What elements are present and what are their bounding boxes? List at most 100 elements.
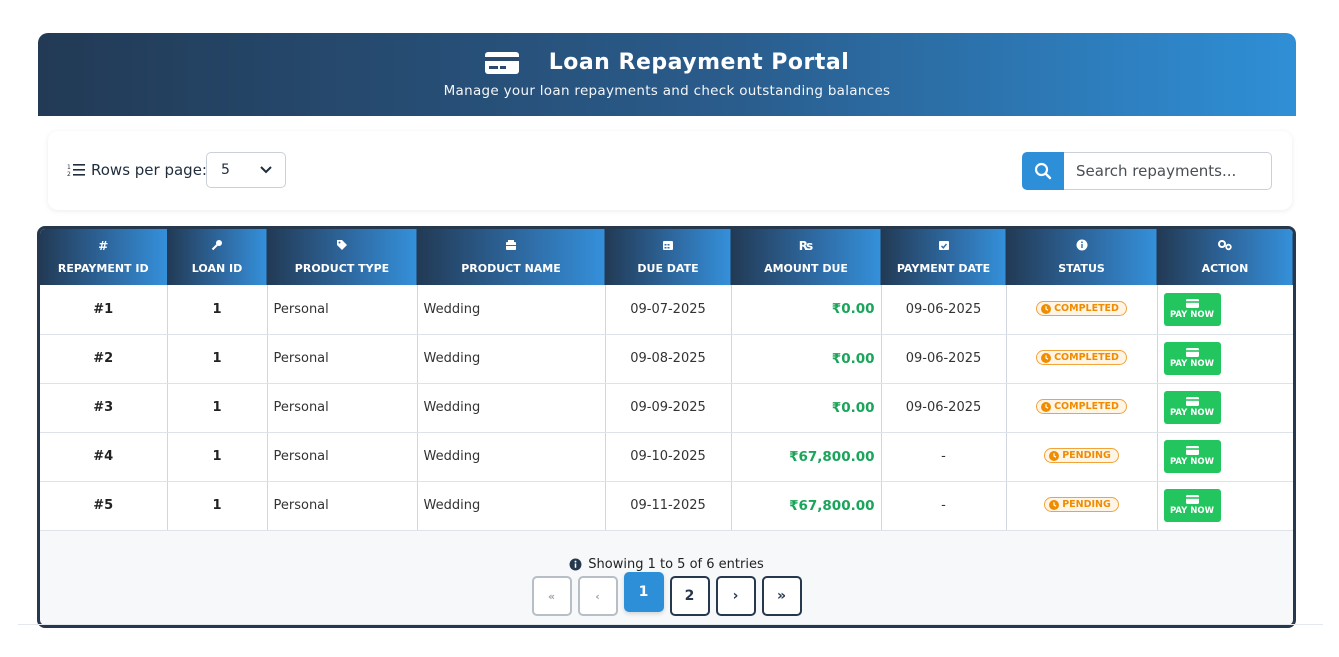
payment-date-cell: - <box>881 481 1007 531</box>
payment-date-cell: 09-06-2025 <box>881 334 1007 384</box>
column-header-repayment-id[interactable]: # REPAYMENT ID <box>40 229 168 285</box>
product-name-cell: Wedding <box>417 383 606 433</box>
clock-icon <box>1049 499 1060 510</box>
pay-now-button[interactable]: PAY NOW <box>1163 292 1221 326</box>
payment-date-cell: - <box>881 432 1007 482</box>
last-page-button[interactable]: » <box>761 576 802 616</box>
svg-text:1: 1 <box>67 164 71 171</box>
pay-now-label: PAY NOW <box>1169 506 1215 516</box>
rows-per-page-value: 5 <box>221 162 230 178</box>
column-header-due-date[interactable]: DUE DATE <box>605 229 732 285</box>
credit-card-icon <box>1185 298 1199 308</box>
table-footer: Showing 1 to 5 of 6 entries « ‹ 1 2 › » <box>40 545 1293 616</box>
repayment-id-cell: #2 <box>40 334 168 384</box>
portal-header: Loan Repayment Portal Manage your loan r… <box>38 33 1296 116</box>
column-header-action[interactable]: ACTION <box>1157 229 1293 285</box>
pay-now-button[interactable]: PAY NOW <box>1163 391 1221 424</box>
clock-icon <box>1041 352 1052 363</box>
search-input[interactable] <box>1064 152 1272 190</box>
payment-date-cell: 09-06-2025 <box>881 285 1007 335</box>
table-row: #5 1 Personal Wedding 09-11-2025 ₹67,800.00- P… <box>40 481 1293 531</box>
column-label: PRODUCT NAME <box>461 262 561 275</box>
column-label: REPAYMENT ID <box>57 262 149 275</box>
status-text: COMPLETED <box>1054 352 1119 364</box>
column-label: ACTION <box>1201 262 1249 275</box>
table-row: #2 1 Personal Wedding 09-08-2025 ₹0.00 09-06-2… <box>40 334 1293 384</box>
next-page-button[interactable]: › <box>715 576 756 616</box>
pay-now-label: PAY NOW <box>1169 457 1215 467</box>
amount-due-cell: ₹0.00 <box>731 285 882 335</box>
rows-per-page-select[interactable]: 5 <box>206 152 286 188</box>
due-date-cell: 09-09-2025 <box>605 383 732 433</box>
product-name-cell: Wedding <box>417 481 606 531</box>
page-subtitle: Manage your loan repayments and check ou… <box>443 83 891 99</box>
repayment-id-cell: #4 <box>40 432 168 482</box>
loan-id-cell: 1 <box>167 285 268 335</box>
tag-icon <box>268 239 417 253</box>
loan-id-cell: 1 <box>167 432 268 482</box>
info-circle-icon <box>569 558 582 571</box>
key-icon <box>168 239 267 253</box>
status-badge: PENDING <box>1044 448 1119 464</box>
column-header-product-type[interactable]: PRODUCT TYPE <box>267 229 418 285</box>
credit-card-icon <box>1185 495 1199 504</box>
column-label: AMOUNT DUE <box>764 262 848 275</box>
amount-due-cell: ₹67,800.00 <box>731 432 882 482</box>
header-title-row: Loan Repayment Portal <box>38 50 1296 75</box>
clock-icon <box>1049 450 1060 461</box>
table-row: #1 1 Personal Wedding 09-07-2025 ₹0.00 09-06-2… <box>40 285 1293 335</box>
credit-card-icon <box>484 51 519 74</box>
pay-now-label: PAY NOW <box>1169 359 1215 369</box>
column-label: PRODUCT TYPE <box>294 262 390 275</box>
page-button-2[interactable]: 2 <box>669 576 710 616</box>
column-header-loan-id[interactable]: LOAN ID <box>167 229 268 285</box>
info-icon <box>1007 239 1157 253</box>
product-type-cell: Personal <box>267 383 418 433</box>
due-date-cell: 09-10-2025 <box>605 432 732 482</box>
calendar-icon <box>606 239 731 253</box>
column-header-amount-due[interactable]: ₨ AMOUNT DUE <box>731 229 882 285</box>
hash-icon: # <box>98 239 109 253</box>
status-text: COMPLETED <box>1054 401 1119 413</box>
amount-due-cell: ₹0.00 <box>731 334 882 384</box>
rows-per-page-text: Rows per page: <box>91 161 207 179</box>
table-row: #4 1 Personal Wedding 09-10-2025 ₹67,800.00- P… <box>40 432 1293 482</box>
column-header-product-name[interactable]: PRODUCT NAME <box>417 229 606 285</box>
first-page-button[interactable]: « <box>531 576 572 616</box>
pagination-info-text: Showing 1 to 5 of 6 entries <box>588 557 764 572</box>
column-header-status[interactable]: STATUS <box>1006 229 1158 285</box>
credit-card-icon <box>1185 348 1199 357</box>
product-name-cell: Wedding <box>417 285 606 335</box>
search-button[interactable] <box>1022 152 1064 190</box>
repayments-table: # REPAYMENT ID LOAN ID PRODUCT TYPE PROD… <box>40 229 1293 531</box>
pagination-info: Showing 1 to 5 of 6 entries <box>40 557 1293 572</box>
box-icon <box>418 239 605 253</box>
page-button-1[interactable]: 1 <box>623 572 664 612</box>
due-date-cell: 09-07-2025 <box>605 285 732 335</box>
svg-text:2: 2 <box>67 171 71 177</box>
clock-icon <box>1041 303 1052 314</box>
pay-now-button[interactable]: PAY NOW <box>1163 489 1221 522</box>
product-name-cell: Wedding <box>417 334 606 384</box>
status-badge: COMPLETED <box>1036 350 1127 366</box>
chevron-down-icon <box>260 166 272 174</box>
status-cell: COMPLETED <box>1006 383 1158 433</box>
clock-icon <box>1041 401 1052 412</box>
repayments-table-container: # REPAYMENT ID LOAN ID PRODUCT TYPE PROD… <box>37 226 1296 628</box>
action-cell: PAY NOW <box>1157 481 1293 531</box>
product-type-cell: Personal <box>267 481 418 531</box>
pay-now-label: PAY NOW <box>1169 309 1215 320</box>
table-row: #3 1 Personal Wedding 09-09-2025 ₹0.00 09-06-2… <box>40 383 1293 433</box>
gears-icon <box>1158 239 1293 253</box>
pay-now-button[interactable]: PAY NOW <box>1163 440 1221 473</box>
prev-page-button[interactable]: ‹ <box>577 576 618 616</box>
column-header-payment-date[interactable]: PAYMENT DATE <box>881 229 1007 285</box>
action-cell: PAY NOW <box>1157 383 1293 433</box>
pagination: « ‹ 1 2 › » <box>40 572 1293 616</box>
status-cell: PENDING <box>1006 432 1158 482</box>
status-cell: COMPLETED <box>1006 334 1158 384</box>
status-text: PENDING <box>1062 499 1111 511</box>
status-badge: COMPLETED <box>1036 301 1127 316</box>
pay-now-button[interactable]: PAY NOW <box>1163 342 1221 375</box>
status-badge: PENDING <box>1044 497 1119 513</box>
